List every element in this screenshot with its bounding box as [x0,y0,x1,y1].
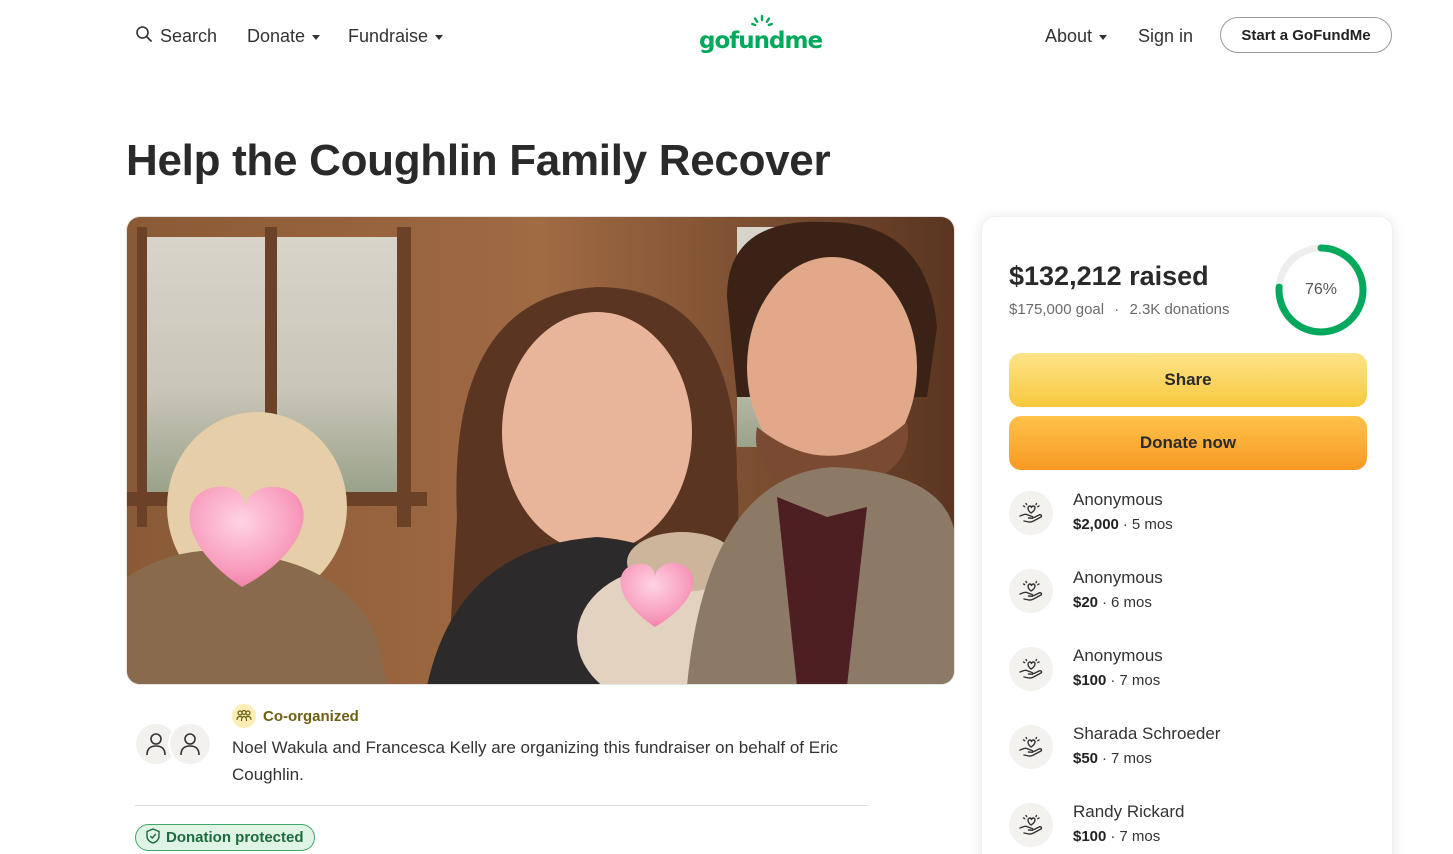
person-icon [180,733,200,756]
donor-name: Anonymous [1073,646,1163,665]
donation-item: Anonymous $2,000 · 5 mos [1009,488,1369,540]
page-title: Help the Coughlin Family Recover [126,136,831,185]
search-link[interactable]: Search [135,24,217,48]
donation-item: Anonymous $100 · 7 mos [1009,644,1369,696]
organizer-description: Noel Wakula and Francesca Kelly are orga… [232,738,839,784]
donation-amount: $100 [1073,828,1107,845]
shield-check-icon [146,827,160,848]
separator-dot: · [1102,750,1108,767]
co-organized-label: Co-organized [263,707,359,725]
separator-dot: · [1102,594,1108,611]
start-gofundme-button[interactable]: Start a GoFundMe [1220,17,1392,53]
donor-name: Sharada Schroeder [1073,724,1221,743]
chevron-down-icon [1099,34,1108,40]
heart-hand-icon [1009,803,1053,847]
separator-dot: · [1122,516,1128,533]
family-photo-image [127,217,954,684]
section-divider [135,805,868,806]
heart-hand-icon [1009,569,1053,613]
sign-in-link[interactable]: Sign in [1138,24,1193,48]
goal-amount: $175,000 goal [1009,301,1105,318]
donation-count: 2.3K donations [1129,301,1230,318]
donation-amount: $2,000 [1073,516,1119,533]
donation-amount: $50 [1073,750,1099,767]
donation-details: $20 · 6 mos [1073,594,1152,611]
donation-amount: $20 [1073,594,1099,611]
amount-raised: $132,212 raised [1009,261,1209,291]
donor-name: Anonymous [1073,568,1163,587]
search-label: Search [160,25,218,46]
sign-in-label: Sign in [1138,25,1194,46]
donation-time: 7 mos [1111,750,1152,767]
donation-details: $100 · 7 mos [1073,828,1160,845]
separator-dot: · [1110,672,1116,689]
separator-dot: · [1110,828,1116,845]
gofundme-logo[interactable]: gofundme [699,14,823,58]
donor-name: Randy Rickard [1073,802,1185,821]
progress-percent: 76% [1304,281,1338,298]
donation-time: 6 mos [1111,594,1152,611]
co-organized-badge: Co-organized [232,704,359,728]
person-icon [146,733,166,756]
campaign-photo[interactable] [126,216,955,685]
top-navigation: Search Donate Fundraise gofundme About S… [0,0,1453,72]
logo-wordmark: gofundme [699,28,823,54]
donation-item: Sharada Schroeder $50 · 7 mos [1009,722,1369,774]
heart-hand-icon [1009,725,1053,769]
donate-menu-label: Donate [247,25,306,46]
donation-details: $100 · 7 mos [1073,672,1160,689]
donation-protected-label: Donation protected [166,829,304,846]
chevron-down-icon [435,34,444,40]
about-menu-label: About [1045,25,1093,46]
donation-sidebar-card: $132,212 raised $175,000 goal · 2.3K don… [981,216,1393,854]
donor-name: Anonymous [1073,490,1163,509]
goal-and-donations: $175,000 goal · 2.3K donations [1009,301,1230,318]
donation-item: Anonymous $20 · 6 mos [1009,566,1369,618]
search-icon [135,25,153,48]
donate-now-button[interactable]: Donate now [1009,416,1367,470]
donate-menu[interactable]: Donate [247,24,321,48]
donation-time: 5 mos [1131,516,1173,533]
separator-dot: · [1114,301,1120,318]
donation-time: 7 mos [1119,672,1161,689]
donation-amount: $100 [1073,672,1107,689]
fundraise-menu-label: Fundraise [348,25,429,46]
donation-details: $2,000 · 5 mos [1073,516,1173,533]
chevron-down-icon [312,34,321,40]
heart-hand-icon [1009,491,1053,535]
donation-item: Randy Rickard $100 · 7 mos [1009,800,1369,852]
people-group-icon [232,704,256,728]
about-menu[interactable]: About [1045,24,1108,48]
organizer-avatar[interactable] [168,722,212,766]
share-button[interactable]: Share [1009,353,1367,407]
donation-protected-badge[interactable]: Donation protected [135,824,315,851]
heart-hand-icon [1009,647,1053,691]
fundraise-menu[interactable]: Fundraise [348,24,444,48]
donation-details: $50 · 7 mos [1073,750,1152,767]
donation-time: 7 mos [1119,828,1161,845]
